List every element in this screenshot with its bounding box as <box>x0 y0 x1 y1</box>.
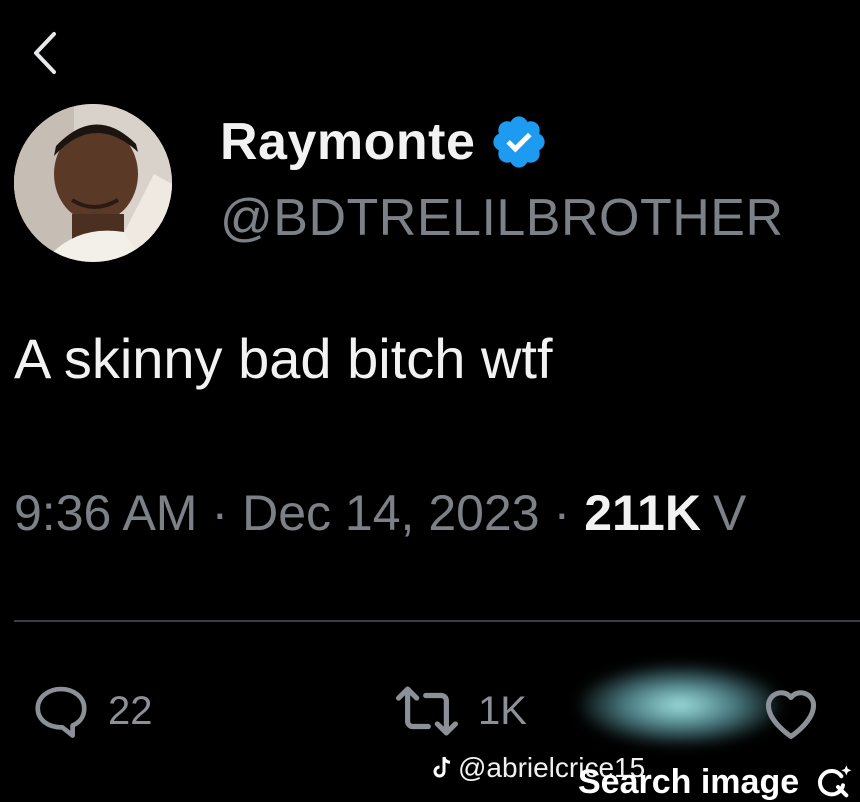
divider <box>14 620 860 622</box>
heart-icon <box>765 690 817 739</box>
reply-count: 22 <box>108 688 153 733</box>
reply-bubble-icon <box>35 686 87 738</box>
blur-overlay <box>580 665 780 745</box>
retweet-count: 1K <box>478 688 527 733</box>
views-label: V <box>712 485 747 541</box>
avatar[interactable] <box>14 104 172 262</box>
avatar-photo <box>14 104 172 262</box>
tweet-metadata: 9:36 AM · Dec 14, 2023 · 211K V <box>14 484 746 542</box>
meta-separator: · <box>553 485 571 541</box>
retweet-button[interactable]: 1K <box>392 680 527 742</box>
author-handle[interactable]: @BDTRELILBROTHER <box>220 188 784 248</box>
retweet-icon <box>396 686 458 736</box>
verified-badge-icon <box>493 116 546 168</box>
reply-button[interactable]: 22 <box>30 680 153 742</box>
tiktok-logo-icon <box>433 756 451 778</box>
search-image-button[interactable]: Search image <box>578 762 853 802</box>
tweet-text: A skinny bad bitch wtf <box>14 327 553 390</box>
tweet-date[interactable]: Dec 14, 2023 <box>242 484 539 542</box>
search-image-icon <box>818 765 852 798</box>
like-button[interactable] <box>756 680 826 742</box>
search-image-label: Search image <box>578 762 800 801</box>
back-button[interactable] <box>24 28 68 78</box>
views-count[interactable]: 211K <box>584 484 701 542</box>
tweet-time[interactable]: 9:36 AM <box>14 484 197 542</box>
author-name[interactable]: Raymonte <box>220 112 475 172</box>
chevron-left-icon <box>34 32 56 74</box>
meta-separator: · <box>211 485 229 541</box>
